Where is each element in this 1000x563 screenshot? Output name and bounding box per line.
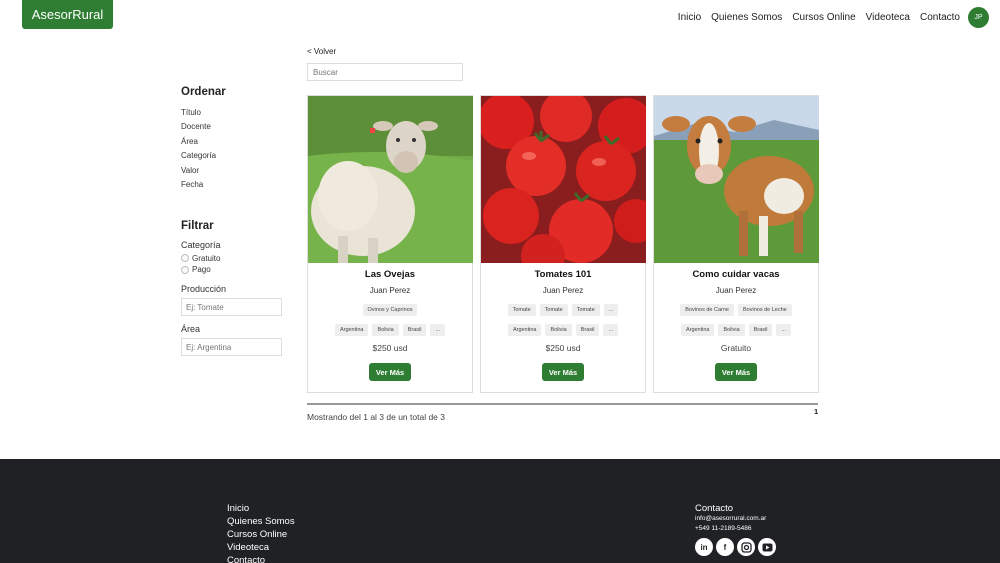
sort-option-docente[interactable]: Docente [181,122,291,136]
nav-videoteca[interactable]: Videoteca [866,12,910,24]
card-author: Juan Perez [715,286,757,295]
back-link[interactable]: < Volver [307,47,336,56]
footer-link-contacto[interactable]: Contacto [227,555,295,563]
area-label: Área [181,324,201,335]
radio-gratuito[interactable]: Gratuito [181,252,291,264]
card-price: $250 usd [545,343,581,353]
footer-link-videoteca[interactable]: Videoteca [227,542,295,555]
sort-option-categoria[interactable]: Categoría [181,151,291,165]
footer: Inicio Quienes Somos Cursos Online Video… [0,459,1000,563]
card-author: Juan Perez [369,286,411,295]
region-tag: Brasil [748,324,773,336]
card-title[interactable]: Tomates 101 [481,269,645,282]
production-label: Producción [181,284,227,295]
nav-cursos-online[interactable]: Cursos Online [792,12,855,24]
card-title[interactable]: Como cuidar vacas [654,269,818,282]
sort-option-fecha[interactable]: Fecha [181,180,291,194]
page-number[interactable]: 1 [814,407,818,416]
tag: Bovinos de Carne [680,304,734,316]
region-tag: Brasil [575,324,600,336]
instagram-glyph [740,541,752,553]
card-regions: Argentina Bolivia Brasil ... [654,324,818,336]
footer-contact: Contacto info@asesorrural.com.ar +549 11… [695,503,776,556]
contact-phone: +549 11-2189-5486 [695,525,752,532]
region-tag: Argentina [334,324,369,336]
search-input[interactable] [307,63,463,81]
facebook-icon[interactable]: f [716,538,734,556]
course-card: Como cuidar vacas Juan Perez Bovinos de … [653,95,819,393]
youtube-icon[interactable] [758,538,776,556]
tag: Tomate [539,304,568,316]
footer-link-cursos-online[interactable]: Cursos Online [227,529,295,542]
course-card: Tomates 101 Juan Perez Tomate Tomate Tom… [480,95,646,393]
card-tags: Bovinos de Carne Bovinos de Leche [654,304,818,316]
ver-mas-button[interactable]: Ver Más [369,363,411,381]
course-card: Las Ovejas Juan Perez Ovinos y Caprinos … [307,95,473,393]
sort-option-valor[interactable]: Valor [181,166,291,180]
tag: Tomate [571,304,600,316]
results-summary: Mostrando del 1 al 3 de un total de 3 [307,412,445,422]
sidebar: Ordenar Título Docente Área Categoría Va… [181,86,291,357]
ver-mas-button[interactable]: Ver Más [715,363,757,381]
region-tag: Argentina [680,324,715,336]
region-tag-more[interactable]: ... [603,324,619,336]
ver-mas-button[interactable]: Ver Más [542,363,584,381]
card-author: Juan Perez [542,286,584,295]
footer-link-inicio[interactable]: Inicio [227,503,295,516]
contact-title: Contacto [695,503,734,514]
tag: Bovinos de Leche [738,304,792,316]
card-price: Gratuito [720,343,752,353]
tag-more[interactable]: ... [603,304,619,316]
card-regions: Argentina Bolivia Brasil ... [308,324,472,336]
card-regions: Argentina Bolivia Brasil ... [481,324,645,336]
results-divider [307,403,818,405]
sheep-image [308,96,473,263]
card-price: $250 usd [372,343,408,353]
radio-label: Gratuito [192,253,221,263]
youtube-glyph [762,543,772,551]
tomatoes-image [481,96,646,263]
logo[interactable]: AsesorRural [22,0,113,29]
footer-link-quienes-somos[interactable]: Quienes Somos [227,516,295,529]
tag: Ovinos y Caprinos [362,304,418,316]
production-input[interactable] [181,298,282,317]
region-tag: Argentina [507,324,542,336]
cow-image [654,96,819,263]
nav-contacto[interactable]: Contacto [920,12,960,24]
category-label: Categoría [181,240,221,251]
avatar[interactable]: JP [968,7,989,28]
card-tags: Tomate Tomate Tomate ... [481,304,645,316]
social-links: in f [695,538,776,556]
sort-option-area[interactable]: Área [181,137,291,151]
region-tag: Bolivia [718,324,745,336]
area-input[interactable] [181,338,282,357]
radio-circle[interactable] [181,254,189,263]
footer-links: Inicio Quienes Somos Cursos Online Video… [227,503,295,563]
main-nav: Inicio Quienes Somos Cursos Online Video… [678,12,960,24]
filter-title: Filtrar [181,220,214,233]
nav-quienes-somos[interactable]: Quienes Somos [711,12,782,24]
region-tag: Bolivia [545,324,572,336]
instagram-icon[interactable] [737,538,755,556]
region-tag: Bolivia [372,324,399,336]
radio-pago[interactable]: Pago [181,264,291,276]
radio-circle[interactable] [181,265,189,274]
linkedin-icon[interactable]: in [695,538,713,556]
region-tag-more[interactable]: ... [430,324,446,336]
tag: Tomate [507,304,536,316]
sort-list: Título Docente Área Categoría Valor Fech… [181,108,291,194]
contact-email[interactable]: info@asesorrural.com.ar [695,515,776,525]
region-tag-more[interactable]: ... [776,324,792,336]
card-title[interactable]: Las Ovejas [308,269,472,282]
nav-inicio[interactable]: Inicio [678,12,701,24]
sort-title: Ordenar [181,86,226,98]
region-tag: Brasil [402,324,427,336]
radio-label: Pago [192,265,211,275]
card-tags: Ovinos y Caprinos [308,304,472,316]
sort-option-titulo[interactable]: Título [181,108,291,122]
